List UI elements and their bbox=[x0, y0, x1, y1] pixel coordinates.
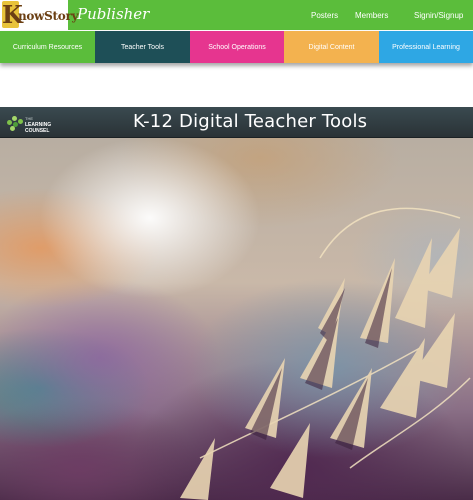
brushstroke-overlay bbox=[180, 207, 471, 500]
signin-signup-link[interactable]: Signin/Signup bbox=[414, 11, 463, 20]
nav-teacher-tools[interactable]: Teacher Tools bbox=[95, 31, 190, 63]
logo-text: nowStory bbox=[18, 9, 79, 23]
category-nav: Curriculum Resources Teacher Tools Schoo… bbox=[0, 31, 473, 63]
posters-link[interactable]: Posters bbox=[311, 11, 338, 20]
banner-title: K-12 Digital Teacher Tools bbox=[133, 111, 368, 132]
learning-counsel-logo: THE LEARNING COUNSEL bbox=[6, 113, 58, 134]
logo-line-3: COUNSEL bbox=[25, 128, 50, 134]
members-link[interactable]: Members bbox=[355, 11, 388, 20]
leaf-icon bbox=[6, 114, 24, 132]
learning-counsel-text: THE LEARNING COUNSEL bbox=[25, 116, 51, 134]
top-bar: K nowStory Publisher Posters Members Sig… bbox=[0, 0, 473, 30]
abstract-artwork-image bbox=[0, 138, 473, 500]
nav-curriculum-resources[interactable]: Curriculum Resources bbox=[0, 31, 95, 63]
nav-school-operations[interactable]: School Operations bbox=[190, 31, 284, 63]
article-banner: THE LEARNING COUNSEL K-12 Digital Teache… bbox=[0, 107, 473, 138]
logo-initial: K bbox=[2, 0, 23, 29]
publisher-label: Publisher bbox=[77, 5, 150, 23]
nav-digital-content[interactable]: Digital Content bbox=[284, 31, 379, 63]
knowstory-logo[interactable]: K nowStory bbox=[0, 0, 78, 30]
nav-professional-learning[interactable]: Professional Learning bbox=[379, 31, 473, 63]
